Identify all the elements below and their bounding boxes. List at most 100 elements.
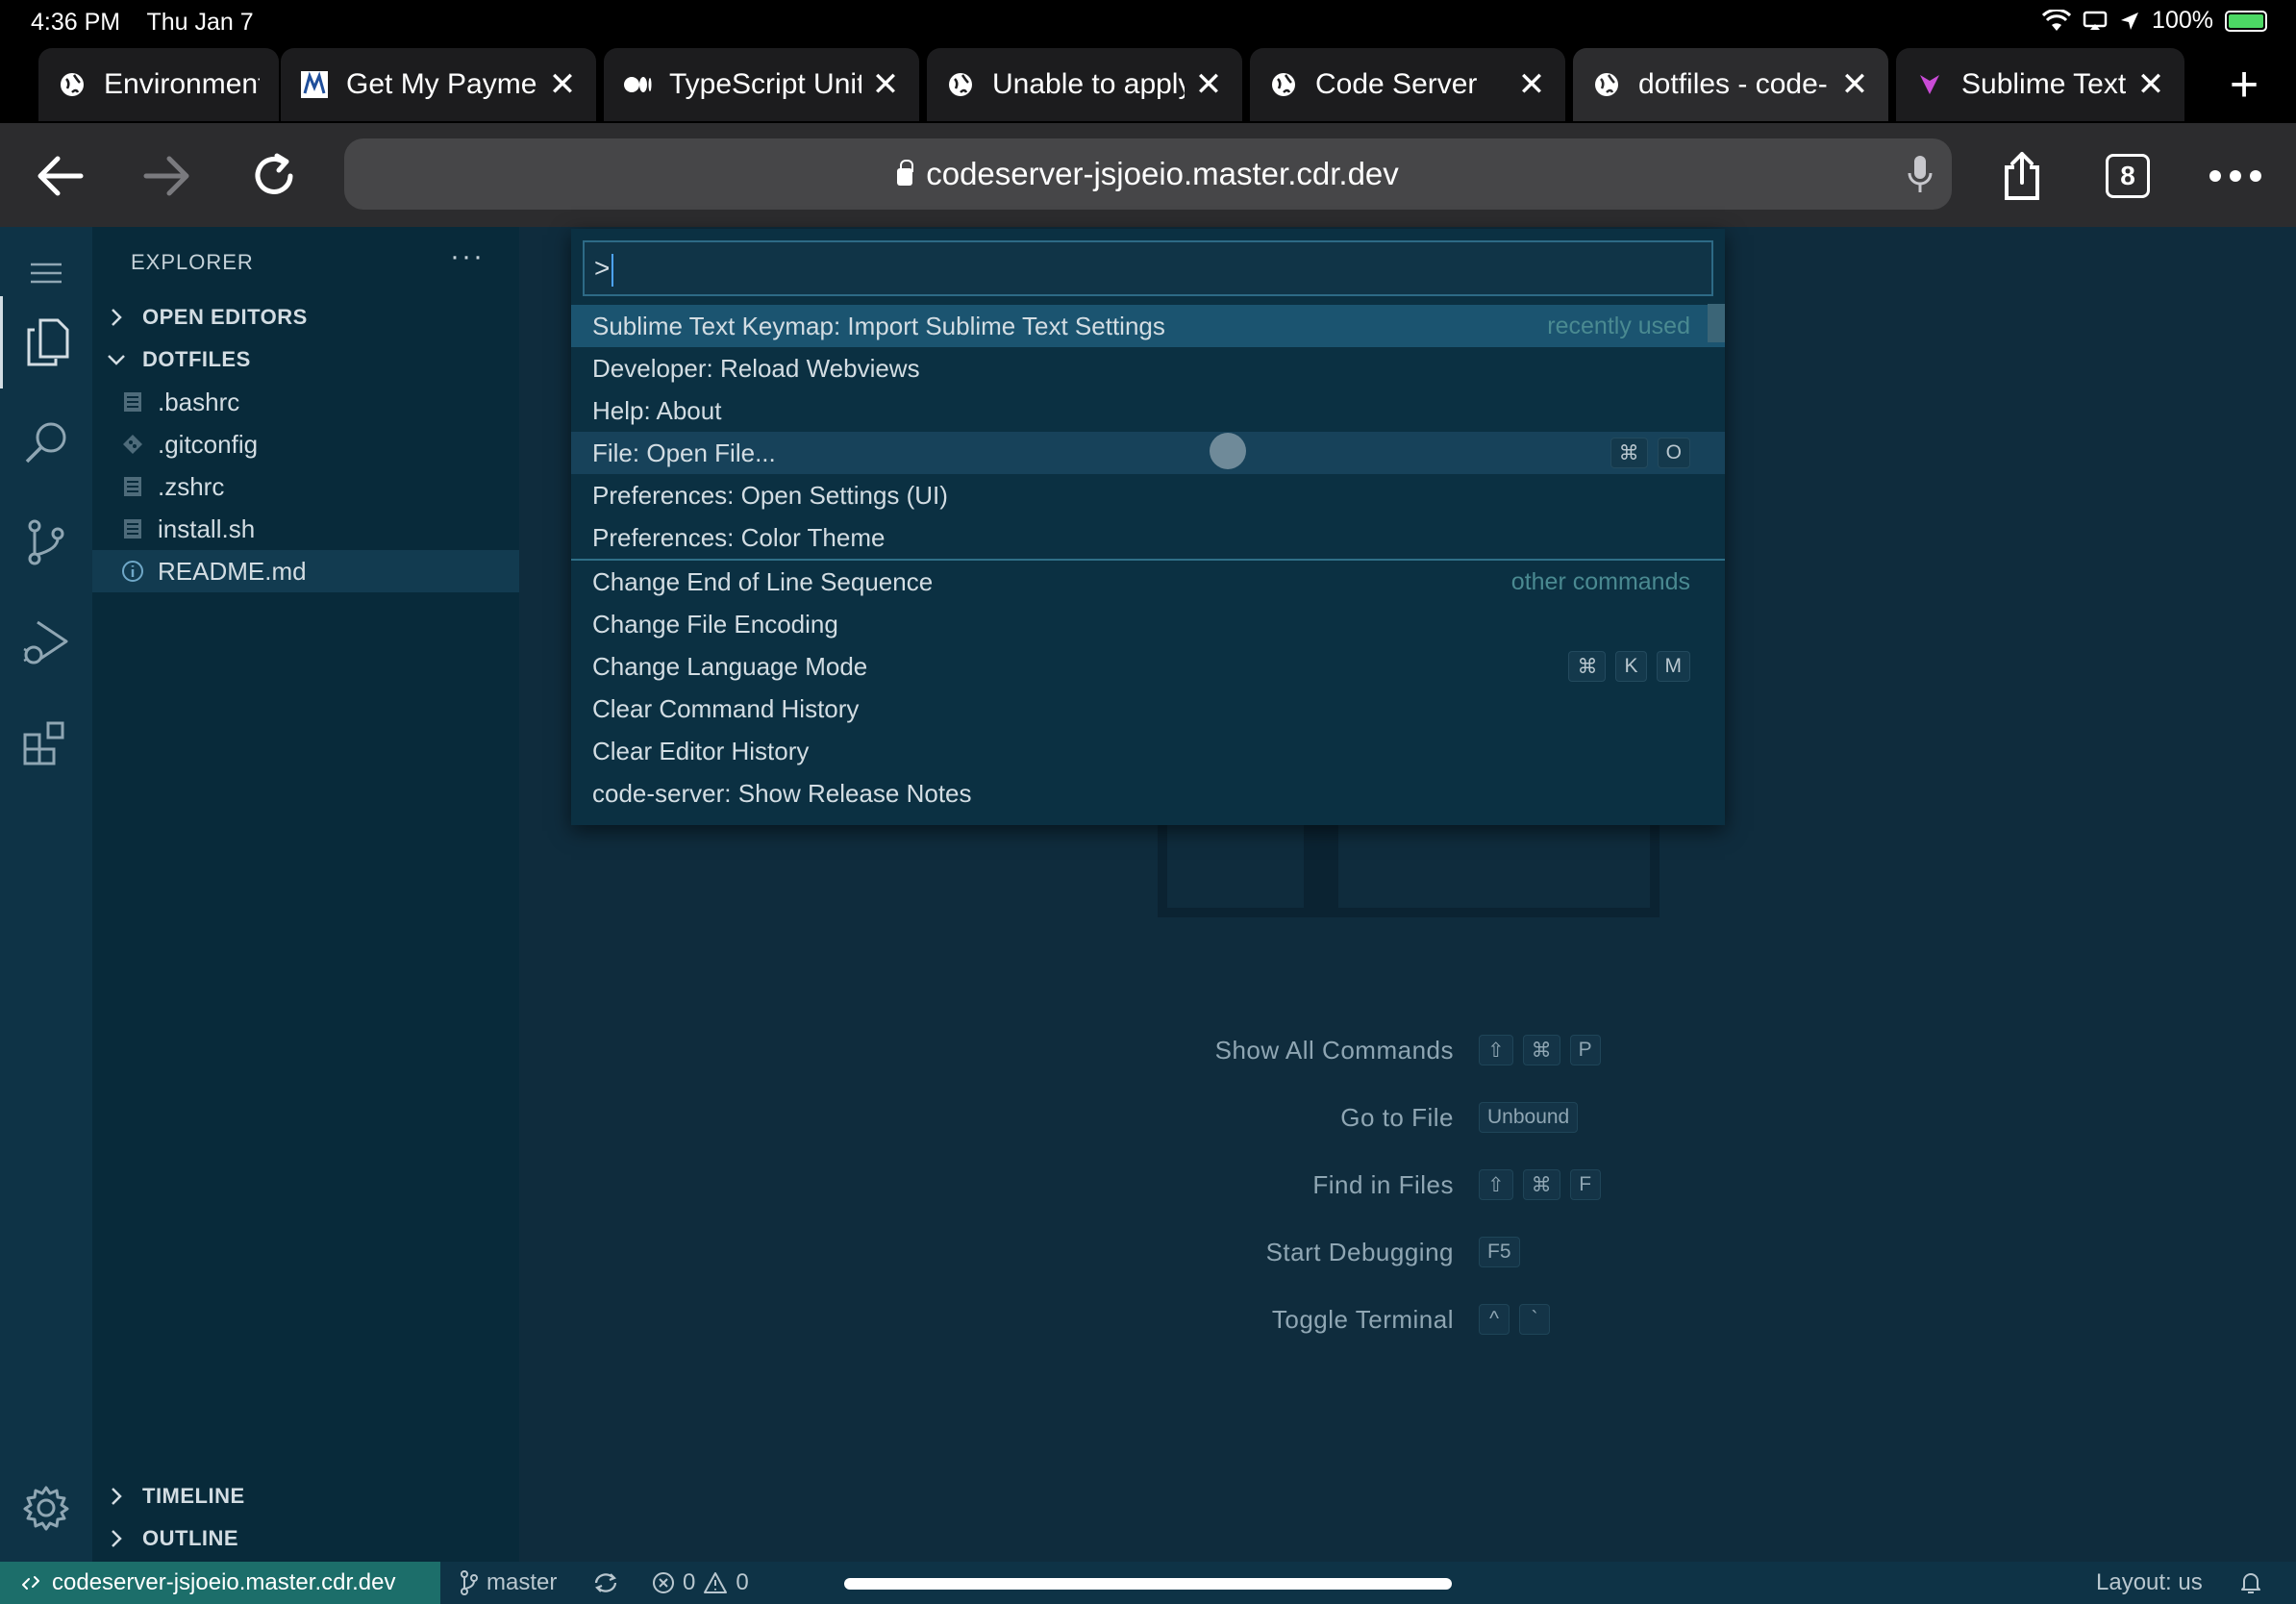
back-button[interactable] (27, 142, 94, 210)
browser-tab[interactable]: Sublime Text Ke ✕ (1896, 48, 2184, 121)
outline-section[interactable]: OUTLINE (92, 1517, 519, 1560)
globe-icon (1269, 70, 1298, 99)
command-item[interactable]: File: Open File... ⌘ O (571, 432, 1725, 474)
new-tab-button[interactable]: + (2215, 56, 2273, 113)
other-commands-label: other commands (1510, 567, 1690, 595)
chevron-right-icon (106, 308, 127, 327)
key-f: F (1569, 1169, 1601, 1200)
problems-indicator[interactable]: 0 0 (652, 1562, 749, 1604)
browser-tab[interactable]: Environments (38, 48, 279, 121)
browser-tab-active[interactable]: dotfiles - code- ✕ (1573, 48, 1888, 121)
explorer-more-actions-button[interactable]: ··· (450, 240, 485, 273)
tab-title: dotfiles - code- (1638, 68, 1828, 100)
command-item[interactable]: Clear Command History (571, 688, 1725, 730)
command-item[interactable]: Change File Encoding (571, 603, 1725, 645)
close-icon[interactable]: ✕ (2136, 65, 2165, 104)
microphone-icon[interactable] (1908, 154, 1933, 202)
explorer-title: EXPLORER (131, 250, 254, 274)
timeline-section[interactable]: TIMELINE (92, 1475, 519, 1517)
explorer-view-button[interactable] (0, 296, 92, 388)
browser-tab[interactable]: TypeScript Unit ✕ (604, 48, 919, 121)
key-cmd: ⌘ (1522, 1169, 1560, 1200)
command-item[interactable]: Preferences: Open Settings (UI) (571, 474, 1725, 516)
git-diamond-icon (121, 433, 144, 456)
browser-tab[interactable]: Unable to apply ✕ (927, 48, 1242, 121)
medium-favicon-icon (623, 70, 652, 99)
search-icon (25, 422, 66, 464)
key-shift: ⇧ (1479, 1035, 1513, 1065)
remote-indicator[interactable]: codeserver-jsjoeio.master.cdr.dev (0, 1562, 440, 1604)
lock-icon (897, 160, 914, 186)
clock-date: Thu Jan 7 (146, 9, 254, 36)
command-item[interactable]: code-server: Show Release Notes (571, 772, 1725, 815)
share-icon (2005, 152, 2039, 200)
reload-button[interactable] (240, 142, 308, 210)
hint-toggle-terminal: Toggle Terminal (1271, 1304, 1454, 1334)
chevron-down-icon (106, 354, 127, 365)
command-item[interactable]: Developer: Reload Webviews (571, 347, 1725, 389)
tab-title: Sublime Text Ke (1961, 68, 2127, 100)
run-debug-view-button[interactable] (0, 596, 92, 689)
info-icon (121, 560, 144, 583)
more-button[interactable] (2202, 142, 2269, 210)
palette-scrollbar[interactable] (1708, 304, 1725, 342)
hint-show-all-commands: Show All Commands (1214, 1035, 1454, 1065)
file-item-selected[interactable]: README.md (92, 550, 519, 592)
branch-indicator[interactable]: master (460, 1562, 557, 1604)
command-palette-input[interactable]: > (583, 240, 1713, 296)
file-item[interactable]: install.sh (92, 508, 519, 550)
watermark-logo (1158, 821, 1660, 917)
tab-count: 8 (2106, 154, 2150, 198)
command-item[interactable]: Sublime Text Keymap: Import Sublime Text… (571, 305, 1725, 347)
hint-go-to-file: Go to File (1340, 1102, 1454, 1132)
open-editors-section[interactable]: OPEN EDITORS (92, 296, 519, 338)
browser-tab[interactable]: Get My Paymen ✕ (281, 48, 596, 121)
sync-button[interactable] (592, 1562, 619, 1604)
notifications-button[interactable] (2240, 1562, 2261, 1604)
key-p: P (1569, 1035, 1601, 1065)
close-icon[interactable]: ✕ (1840, 65, 1869, 104)
close-icon[interactable]: ✕ (1194, 65, 1223, 104)
hamburger-icon (31, 263, 62, 284)
source-control-icon (28, 519, 64, 565)
file-item[interactable]: .bashrc (92, 381, 519, 423)
command-item[interactable]: Preferences: Color Theme (571, 516, 1725, 559)
key-unbound: Unbound (1479, 1102, 1579, 1133)
key-shift: ⇧ (1479, 1169, 1513, 1200)
settings-button[interactable] (0, 1462, 92, 1554)
files-icon (27, 318, 68, 366)
dotfiles-folder-section[interactable]: DOTFILES (92, 338, 519, 381)
extensions-view-button[interactable] (0, 696, 92, 789)
key-cmd: ⌘ (1522, 1035, 1560, 1065)
reload-icon (255, 153, 293, 194)
command-item[interactable]: Help: About (571, 389, 1725, 432)
close-icon[interactable]: ✕ (548, 65, 577, 104)
close-icon[interactable]: ✕ (871, 65, 900, 104)
search-view-button[interactable] (0, 396, 92, 489)
tabs-overview-button[interactable]: 8 (2094, 142, 2161, 210)
wifi-icon (2042, 9, 2072, 31)
browser-tab[interactable]: Code Server ✕ (1250, 48, 1565, 121)
tab-title: Get My Paymen (346, 68, 538, 100)
address-bar[interactable]: codeserver-jsjoeio.master.cdr.dev (344, 138, 1952, 210)
keyboard-layout-indicator[interactable]: Layout: us (2096, 1562, 2203, 1604)
key-f5: F5 (1479, 1237, 1520, 1267)
clock-time: 4:36 PM (31, 9, 121, 36)
tab-title: Environments (104, 68, 260, 100)
location-icon (2121, 12, 2139, 30)
command-item[interactable]: Clear Editor History (571, 730, 1725, 772)
source-control-view-button[interactable] (0, 496, 92, 589)
command-item[interactable]: Change Language Mode ⌘ K M (571, 645, 1725, 688)
forward-button[interactable] (133, 142, 200, 210)
battery-percent: 100% (2152, 7, 2213, 34)
share-button[interactable] (1988, 142, 2056, 210)
file-item[interactable]: .zshrc (92, 465, 519, 508)
arrow-right-icon (143, 156, 189, 196)
file-lines-icon (121, 475, 144, 498)
home-indicator[interactable] (844, 1578, 1452, 1590)
key-k: K (1615, 651, 1647, 682)
file-item[interactable]: .gitconfig (92, 423, 519, 465)
close-icon[interactable]: ✕ (1517, 65, 1546, 104)
command-item[interactable]: Change End of Line Sequence other comman… (571, 561, 1725, 603)
ellipsis-icon (2209, 170, 2261, 182)
